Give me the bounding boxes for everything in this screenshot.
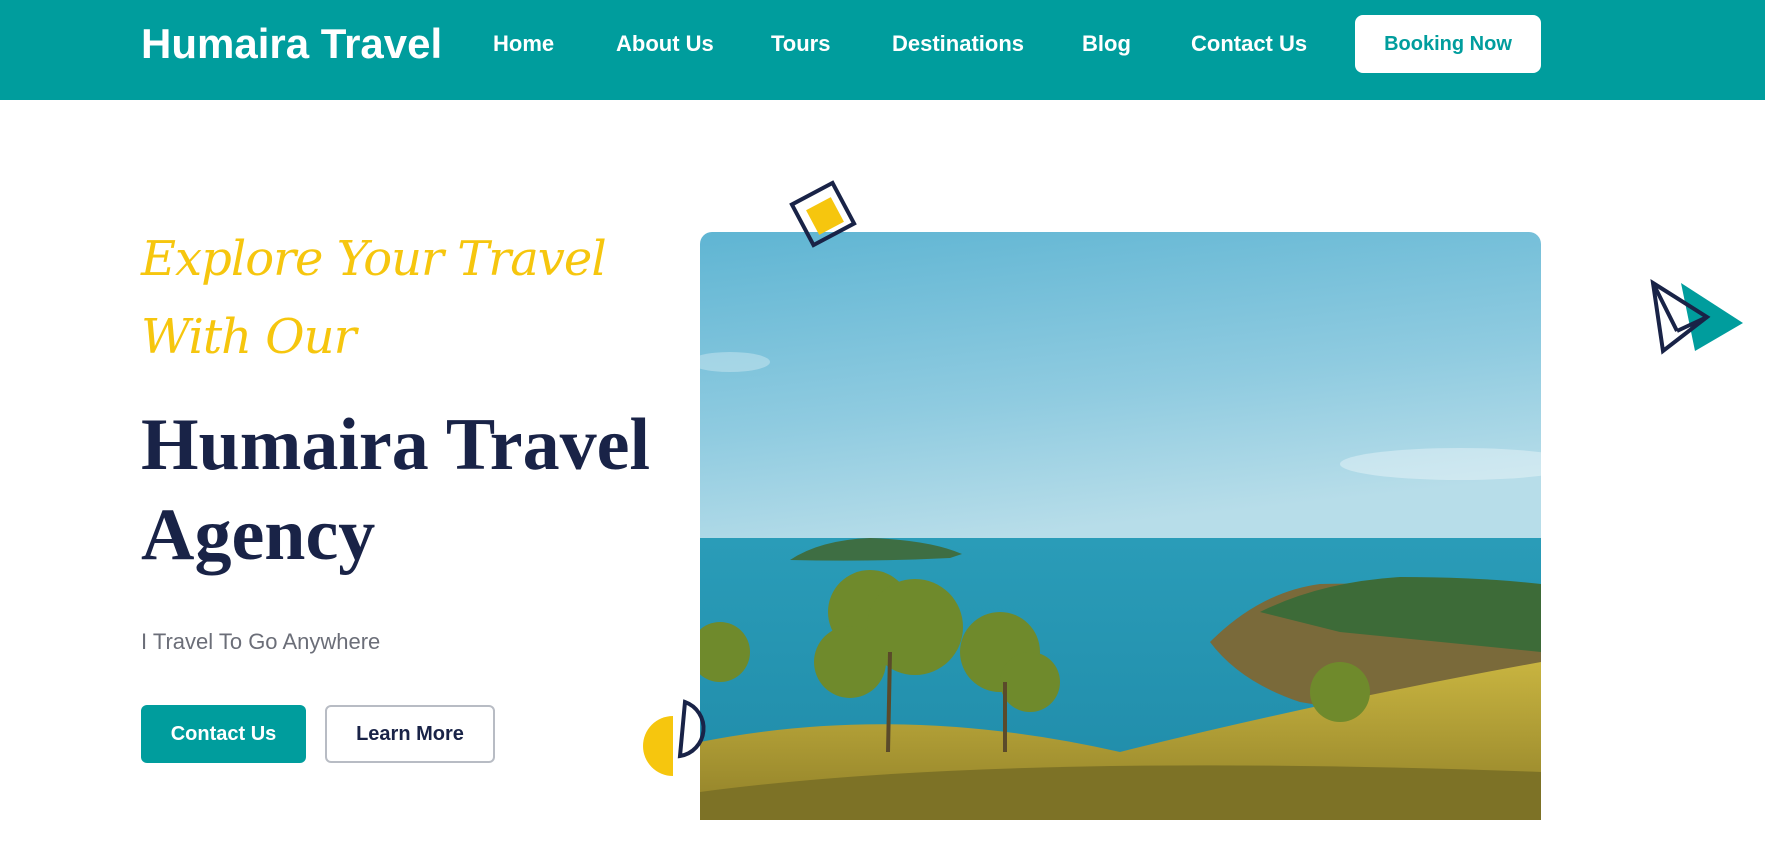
hero-headline: Humaira Travel Agency [141,404,651,576]
nav-blog[interactable]: Blog [1082,30,1131,58]
hero-tagline: Explore Your Travel With Our [141,231,607,365]
learn-more-button[interactable]: Learn More [325,705,495,763]
hero-photo [700,232,1541,820]
nav-home[interactable]: Home [493,30,554,58]
nav-tours[interactable]: Tours [771,30,830,58]
paper-plane-icon [1650,278,1743,355]
nav-about-us[interactable]: About Us [616,30,714,58]
coastal-landscape-photo [700,232,1541,820]
nav-destinations[interactable]: Destinations [892,30,1024,58]
half-circle-icon [643,699,706,776]
top-navigation-bar: Humaira Travel Home About Us Tours Desti… [0,0,1765,100]
brand-logo[interactable]: Humaira Travel [141,20,442,68]
diamond-icon [789,180,857,248]
hero-subtext: I Travel To Go Anywhere [141,629,381,654]
booking-now-button[interactable]: Booking Now [1355,15,1541,73]
contact-us-button[interactable]: Contact Us [141,705,306,763]
nav-contact-us[interactable]: Contact Us [1191,30,1307,58]
